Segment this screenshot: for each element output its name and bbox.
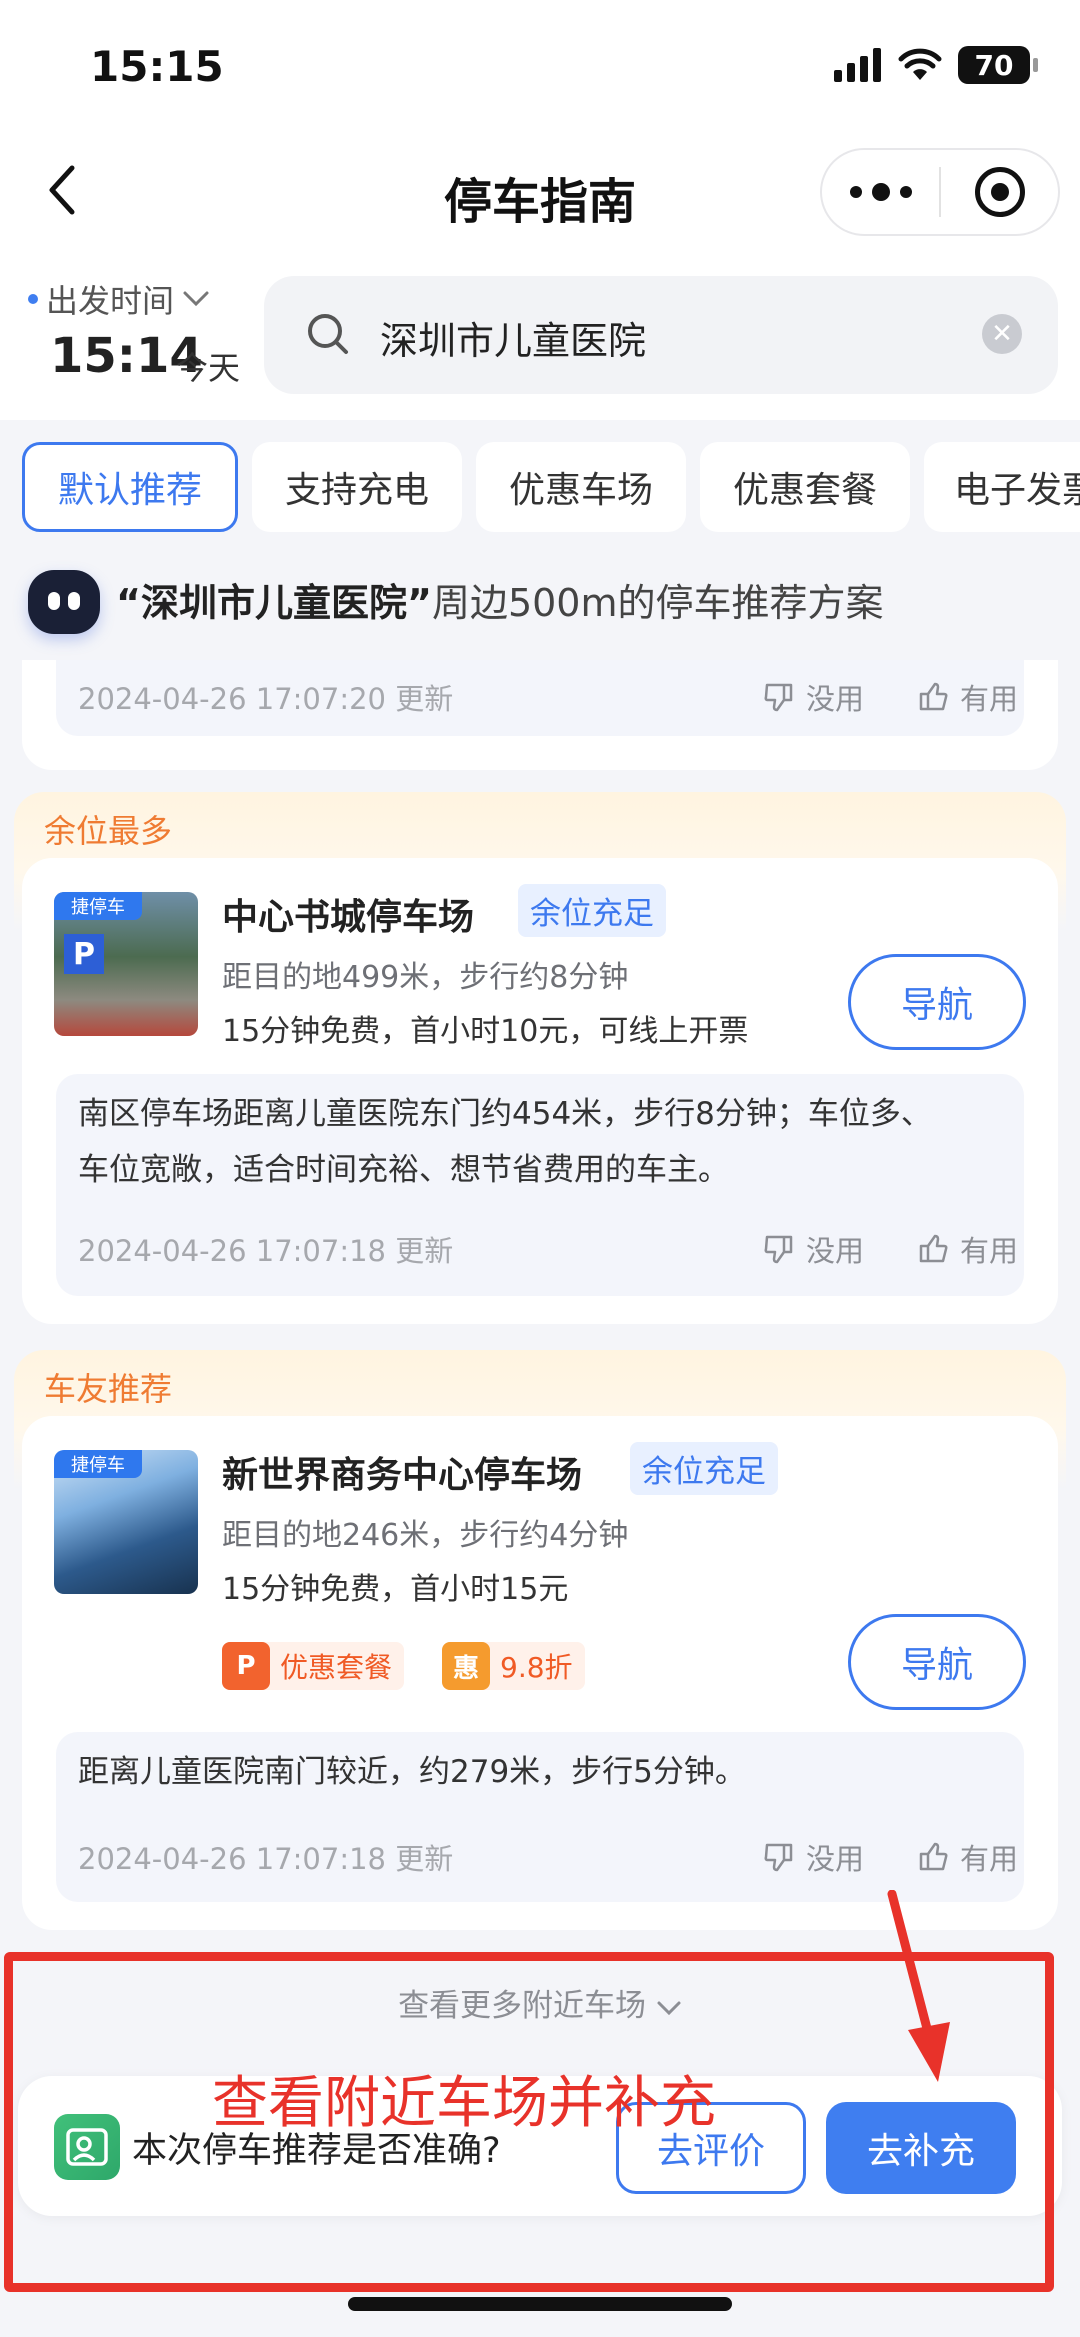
tab-default[interactable]: 默认推荐 (22, 442, 238, 532)
status-time: 15:15 (90, 42, 224, 91)
departure-day: 今天 (176, 349, 241, 387)
availability-badge: 余位充足 (518, 884, 666, 937)
lot-distance: 距目的地499米，步行约8分钟 (222, 960, 629, 995)
useless-label: 没用 (806, 1234, 865, 1268)
annotation-arrow (887, 1890, 950, 2082)
departure-label: 出发时间 (46, 282, 175, 320)
hint-text: “深圳市儿童医院”周边500m的停车推荐方案 (116, 572, 884, 627)
update-time: 2024-04-26 17:07:20 更新 (78, 682, 454, 716)
bullet-dot (28, 294, 38, 304)
update-time: 2024-04-26 17:07:18 更新 (78, 1842, 454, 1876)
lot-description-box: 南区停车场距离儿童医院东门约454米，步行8分钟；车位多、 车位宽敞，适合时间充… (56, 1074, 1024, 1296)
section-most-spaces: 余位最多 捷停车 P 中心书城停车场 余位充足 距目的地499米，步行约8分钟 … (14, 792, 1066, 1332)
thumbs-up-icon (919, 682, 948, 711)
more-dot-icon (849, 186, 862, 198)
lot-description-line: 距离儿童医院南门较近，约279米，步行5分钟。 (78, 1754, 746, 1790)
tab-discount-package[interactable]: 优惠套餐 (700, 442, 910, 532)
parking-lot-card[interactable]: 捷停车 P 中心书城停车场 余位充足 距目的地499米，步行约8分钟 15分钟免… (22, 858, 1058, 1324)
lot-name: 新世界商务中心停车场 (222, 1455, 583, 1496)
annotation-text: 查看附近车场并补充 (212, 2071, 716, 2136)
navigate-button[interactable]: 导航 (848, 954, 1026, 1050)
tab-discount-lot[interactable]: 优惠车场 (476, 442, 686, 532)
useless-button[interactable]: 没用 (762, 676, 864, 718)
parking-lot-photo: 捷停车 P (54, 892, 198, 1036)
search-input[interactable]: 深圳市儿童医院 ✕ (264, 276, 1058, 394)
useful-button[interactable]: 有用 (916, 1228, 1018, 1270)
miniprogram-capsule (820, 148, 1060, 236)
tab-e-invoice[interactable]: 电子发票 (924, 442, 1080, 532)
section-title: 余位最多 (44, 812, 173, 850)
lot-price: 15分钟免费，首小时15元 (222, 1572, 569, 1607)
useful-button[interactable]: 有用 (916, 676, 1018, 718)
useful-label: 有用 (960, 1842, 1019, 1876)
hint-rest: 周边500m的停车推荐方案 (431, 581, 884, 625)
promo-discount-tag: 惠 9.8折 (442, 1642, 585, 1690)
thumbs-down-icon (764, 1843, 793, 1872)
close-miniprogram-button[interactable] (941, 150, 1058, 234)
recommendation-hint: “深圳市儿童医院”周边500m的停车推荐方案 (0, 560, 1080, 660)
useless-button[interactable]: 没用 (762, 1836, 864, 1878)
navigate-button[interactable]: 导航 (848, 1614, 1026, 1710)
discount-icon: 惠 (442, 1642, 490, 1690)
thumbs-up-icon (919, 1842, 948, 1871)
lot-description-line: 南区停车场距离儿童医院东门约454米，步行8分钟；车位多、 (78, 1096, 932, 1132)
package-icon: P (222, 1642, 270, 1690)
parking-sign-icon: P (64, 934, 104, 974)
useful-button[interactable]: 有用 (916, 1836, 1018, 1878)
departure-selector[interactable]: 出发时间 (28, 276, 210, 322)
tab-charging[interactable]: 支持充电 (252, 442, 462, 532)
useful-label: 有用 (960, 682, 1019, 716)
header-area: 15:15 70 停车指南 出发时间 15:14 今天 深圳市儿童医院 ✕ (0, 0, 1080, 420)
hint-place: “深圳市儿童医院” (116, 581, 432, 625)
availability-badge: 余位充足 (630, 1442, 778, 1495)
section-friend-recommend: 车友推荐 捷停车 新世界商务中心停车场 余位充足 距目的地246米，步行约4分钟… (14, 1350, 1066, 1944)
thumbs-down-icon (764, 683, 793, 712)
lot-price: 15分钟免费，首小时10元，可线上开票 (222, 1014, 749, 1049)
status-icons: 70 (834, 46, 1038, 84)
promo-label: 9.8折 (500, 1651, 573, 1684)
lot-description-line: 车位宽敞，适合时间充裕、想节省费用的车主。 (78, 1152, 729, 1188)
robot-icon (28, 570, 100, 634)
useful-label: 有用 (960, 1234, 1019, 1268)
useless-label: 没用 (806, 682, 865, 716)
signal-icon (834, 48, 881, 82)
parking-lot-photo: 捷停车 (54, 1450, 198, 1594)
battery-indicator: 70 (958, 46, 1038, 84)
thumbs-up-icon (919, 1234, 948, 1263)
previous-card: 2024-04-26 17:07:20 更新 没用 有用 (22, 660, 1058, 770)
filter-tabs: 默认推荐 支持充电 优惠车场 优惠套餐 电子发票 (0, 420, 1080, 560)
lot-description-box: 距离儿童医院南门较近，约279米，步行5分钟。 2024-04-26 17:07… (56, 1732, 1024, 1902)
lot-name: 中心书城停车场 (222, 897, 475, 938)
update-time: 2024-04-26 17:07:18 更新 (78, 1234, 454, 1268)
thumb-tag: 捷停车 (54, 892, 142, 920)
lot-distance: 距目的地246米，步行约4分钟 (222, 1518, 629, 1553)
target-icon (974, 167, 1025, 217)
more-menu-button[interactable] (822, 150, 939, 234)
section-title: 车友推荐 (44, 1370, 173, 1408)
thumbs-down-icon (764, 1235, 793, 1264)
thumb-tag: 捷停车 (54, 1450, 142, 1478)
home-indicator (348, 2297, 732, 2311)
previous-card-footer: 2024-04-26 17:07:20 更新 没用 有用 (56, 660, 1024, 736)
promo-label: 优惠套餐 (280, 1651, 393, 1684)
clear-icon[interactable]: ✕ (982, 314, 1022, 354)
more-dot-icon (871, 183, 890, 201)
parking-lot-card[interactable]: 捷停车 新世界商务中心停车场 余位充足 距目的地246米，步行约4分钟 15分钟… (22, 1416, 1058, 1930)
useless-button[interactable]: 没用 (762, 1228, 864, 1270)
useless-label: 没用 (806, 1842, 865, 1876)
search-query: 深圳市儿童医院 (380, 319, 647, 363)
promo-package-tag: P 优惠套餐 (222, 1642, 405, 1690)
more-dot-icon (899, 186, 912, 198)
wifi-icon (898, 48, 942, 80)
search-icon (308, 314, 348, 354)
chevron-down-icon (183, 291, 209, 307)
